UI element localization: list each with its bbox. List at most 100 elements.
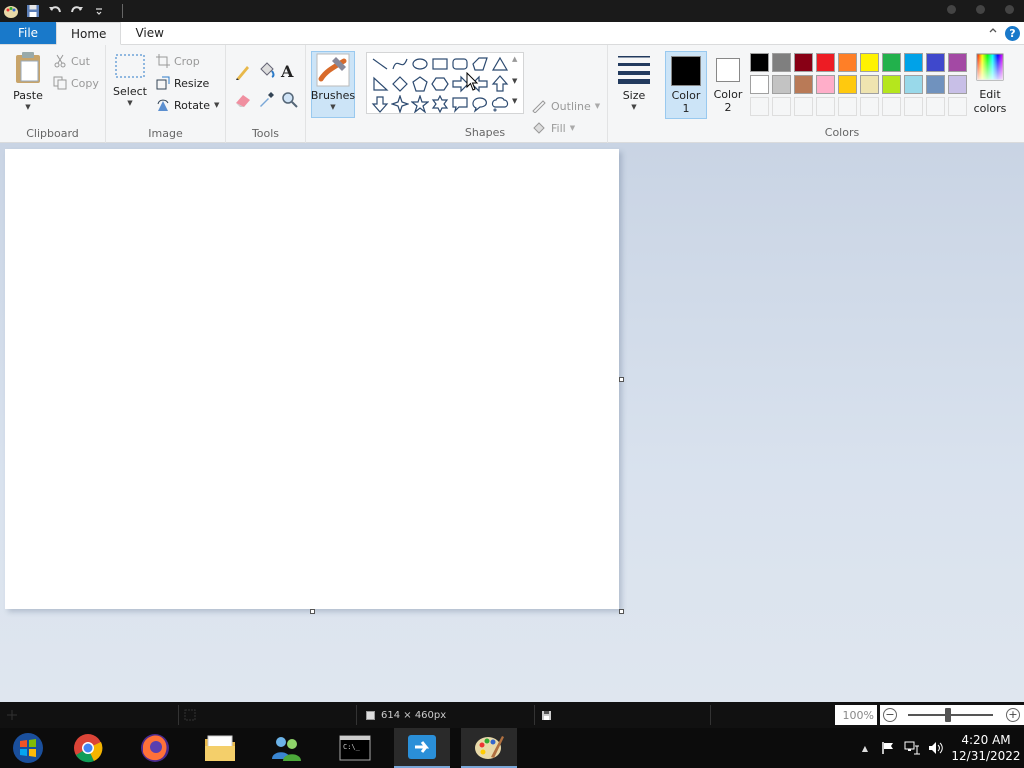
paint-taskbar-button[interactable] — [461, 728, 517, 768]
show-hidden-icons-icon[interactable]: ▲ — [854, 744, 876, 753]
drawing-canvas[interactable] — [5, 149, 619, 609]
palette-swatch[interactable] — [794, 75, 813, 94]
four-point-star-shape-icon[interactable] — [390, 94, 410, 114]
palette-swatch[interactable] — [926, 53, 945, 72]
tab-view[interactable]: View — [121, 22, 177, 44]
network-icon[interactable] — [900, 741, 924, 755]
shapes-expand-icon[interactable]: ▼ — [512, 97, 517, 105]
diamond-shape-icon[interactable] — [391, 75, 409, 93]
tab-home[interactable]: Home — [56, 22, 122, 45]
palette-swatch[interactable] — [904, 75, 923, 94]
curve-shape-icon[interactable] — [391, 55, 409, 73]
redo-icon[interactable] — [68, 2, 86, 20]
palette-swatch[interactable] — [860, 75, 879, 94]
firefox-taskbar-button[interactable] — [127, 728, 183, 768]
zoom-thumb[interactable] — [945, 708, 951, 722]
magnifier-icon[interactable] — [281, 91, 299, 112]
brushes-button[interactable]: Brushes ▼ — [311, 51, 355, 118]
paste-dropdown-icon[interactable]: ▼ — [25, 103, 30, 111]
copy-button[interactable]: Copy — [53, 76, 99, 90]
collapse-ribbon-icon[interactable] — [988, 25, 998, 38]
canvas-resize-handle-corner[interactable] — [619, 609, 624, 614]
custom-color-slot[interactable] — [860, 97, 879, 116]
crop-button[interactable]: Crop — [156, 54, 200, 68]
palette-swatch[interactable] — [948, 53, 967, 72]
file-explorer-taskbar-button[interactable] — [192, 728, 248, 768]
tab-file[interactable]: File — [0, 22, 56, 44]
cloud-callout-shape-icon[interactable] — [491, 95, 509, 113]
palette-swatch[interactable] — [882, 75, 901, 94]
custom-color-slot[interactable] — [838, 97, 857, 116]
remote-desktop-taskbar-button[interactable] — [394, 728, 450, 768]
rounded-callout-shape-icon[interactable] — [451, 95, 469, 113]
clock[interactable]: 4:20 AM 12/31/2022 — [948, 732, 1024, 764]
color1-button[interactable]: Color 1 — [665, 51, 707, 119]
network-users-taskbar-button[interactable] — [258, 728, 314, 768]
palette-swatch[interactable] — [794, 53, 813, 72]
rotate-dropdown-icon[interactable]: ▼ — [214, 101, 219, 109]
action-center-flag-icon[interactable] — [876, 741, 900, 755]
hexagon-shape-icon[interactable] — [431, 75, 449, 93]
triangle-shape-icon[interactable] — [491, 55, 509, 73]
maximize-button[interactable] — [976, 5, 985, 14]
shapes-scroll-up-icon[interactable]: ▲ — [512, 55, 517, 63]
canvas-resize-handle-right[interactable] — [619, 377, 624, 382]
palette-swatch[interactable] — [816, 75, 835, 94]
custom-color-slot[interactable] — [794, 97, 813, 116]
palette-swatch[interactable] — [772, 75, 791, 94]
command-prompt-taskbar-button[interactable]: C:\_ — [327, 728, 383, 768]
palette-swatch[interactable] — [860, 53, 879, 72]
minimize-button[interactable] — [947, 5, 956, 14]
help-button[interactable]: ? — [1005, 26, 1020, 41]
custom-color-slot[interactable] — [882, 97, 901, 116]
palette-swatch[interactable] — [750, 75, 769, 94]
chrome-taskbar-button[interactable] — [60, 728, 116, 768]
canvas-resize-handle-bottom[interactable] — [310, 609, 315, 614]
custom-color-slot[interactable] — [750, 97, 769, 116]
palette-swatch[interactable] — [750, 53, 769, 72]
rotate-button[interactable]: Rotate ▼ — [156, 98, 219, 112]
size-dropdown-icon[interactable]: ▼ — [631, 103, 636, 111]
outline-button[interactable]: Outline ▼ — [531, 99, 600, 113]
six-point-star-shape-icon[interactable] — [431, 94, 449, 114]
palette-swatch[interactable] — [882, 53, 901, 72]
rounded-rectangle-shape-icon[interactable] — [451, 55, 469, 73]
paste-button[interactable]: Paste ▼ — [8, 51, 48, 111]
select-dropdown-icon[interactable]: ▼ — [127, 99, 132, 107]
five-point-star-shape-icon[interactable] — [410, 94, 430, 114]
palette-swatch[interactable] — [904, 53, 923, 72]
zoom-slider[interactable]: − + — [880, 705, 1024, 725]
palette-swatch[interactable] — [948, 75, 967, 94]
fill-bucket-icon[interactable] — [257, 62, 275, 83]
start-button[interactable] — [0, 728, 56, 768]
text-tool-icon[interactable]: A — [281, 62, 293, 81]
custom-color-slot[interactable] — [948, 97, 967, 116]
oval-callout-shape-icon[interactable] — [471, 95, 489, 113]
shapes-scroll-down-icon[interactable]: ▼ — [512, 77, 517, 85]
undo-icon[interactable] — [46, 2, 64, 20]
select-button[interactable]: Select ▼ — [112, 53, 148, 107]
line-shape-icon[interactable] — [371, 55, 389, 73]
pentagon-shape-icon[interactable] — [411, 75, 429, 93]
color2-button[interactable]: Color 2 — [710, 51, 746, 119]
palette-swatch[interactable] — [772, 53, 791, 72]
custom-color-slot[interactable] — [926, 97, 945, 116]
size-button[interactable]: Size ▼ — [616, 53, 652, 111]
zoom-in-button[interactable]: + — [1006, 708, 1020, 722]
cut-button[interactable]: Cut — [53, 54, 90, 68]
edit-colors-button[interactable]: Edit colors — [972, 53, 1008, 115]
down-arrow-shape-icon[interactable] — [371, 95, 389, 113]
palette-swatch[interactable] — [926, 75, 945, 94]
oval-shape-icon[interactable] — [411, 55, 429, 73]
palette-swatch[interactable] — [816, 53, 835, 72]
resize-button[interactable]: Resize — [156, 76, 209, 90]
pencil-icon[interactable] — [234, 63, 252, 84]
brushes-dropdown-icon[interactable]: ▼ — [330, 103, 335, 111]
rectangle-shape-icon[interactable] — [431, 55, 449, 73]
save-icon[interactable] — [24, 2, 42, 20]
up-arrow-shape-icon[interactable] — [491, 75, 509, 93]
custom-color-slot[interactable] — [816, 97, 835, 116]
customize-toolbar-icon[interactable] — [90, 2, 108, 20]
color-picker-icon[interactable] — [257, 91, 275, 112]
volume-icon[interactable] — [924, 741, 948, 755]
